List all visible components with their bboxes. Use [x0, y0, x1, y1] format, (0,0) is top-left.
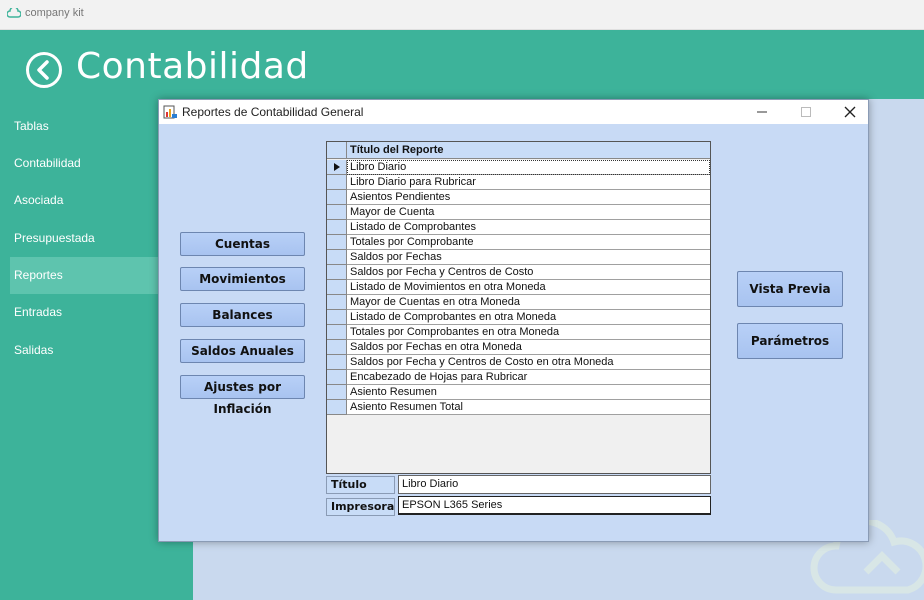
table-cell[interactable]: Saldos por Fechas: [347, 250, 710, 265]
table-cell[interactable]: Asientos Pendientes: [347, 190, 710, 205]
table-cell[interactable]: Encabezado de Hojas para Rubricar: [347, 370, 710, 385]
row-selector[interactable]: [327, 310, 347, 325]
table-row[interactable]: Asiento Resumen: [327, 385, 710, 400]
table-cell[interactable]: Libro Diario para Rubricar: [347, 175, 710, 190]
table-cell[interactable]: Listado de Movimientos en otra Moneda: [347, 280, 710, 295]
minimize-button[interactable]: [740, 100, 784, 124]
page-title: Contabilidad: [76, 46, 309, 87]
row-selector[interactable]: [327, 175, 347, 190]
reports-grid[interactable]: Título del Reporte Libro Diario Libro Di…: [326, 141, 711, 474]
row-selector[interactable]: [327, 205, 347, 220]
table-row[interactable]: Asiento Resumen Total: [327, 400, 710, 415]
minimize-icon: [757, 111, 767, 113]
table-row[interactable]: Asientos Pendientes: [327, 190, 710, 205]
row-selector[interactable]: [327, 340, 347, 355]
parametros-button[interactable]: Parámetros: [737, 323, 843, 359]
table-row[interactable]: Saldos por Fecha y Centros de Costo: [327, 265, 710, 280]
table-cell[interactable]: Libro Diario: [347, 160, 710, 175]
table-cell[interactable]: Saldos por Fechas en otra Moneda: [347, 340, 710, 355]
row-selector[interactable]: [327, 280, 347, 295]
grid-header: Título del Reporte: [327, 142, 710, 159]
close-icon: [844, 106, 856, 118]
chevron-left-icon: [37, 60, 49, 80]
row-selector[interactable]: [327, 385, 347, 400]
table-cell[interactable]: Mayor de Cuenta: [347, 205, 710, 220]
table-cell[interactable]: Asiento Resumen Total: [347, 400, 710, 415]
movimientos-button[interactable]: Movimientos: [180, 267, 305, 291]
vista-previa-button[interactable]: Vista Previa: [737, 271, 843, 307]
table-row[interactable]: Saldos por Fechas en otra Moneda: [327, 340, 710, 355]
table-cell[interactable]: Listado de Comprobantes: [347, 220, 710, 235]
titulo-label: Título: [326, 476, 395, 494]
table-cell[interactable]: Totales por Comprobante: [347, 235, 710, 250]
table-row[interactable]: Encabezado de Hojas para Rubricar: [327, 370, 710, 385]
app-title: company kit: [25, 7, 84, 19]
impresora-label: Impresora: [326, 498, 395, 516]
table-cell[interactable]: Asiento Resumen: [347, 385, 710, 400]
row-selector[interactable]: [327, 325, 347, 340]
table-row[interactable]: Listado de Comprobantes: [327, 220, 710, 235]
back-button[interactable]: [26, 52, 62, 88]
table-row[interactable]: Mayor de Cuentas en otra Moneda: [327, 295, 710, 310]
row-selector[interactable]: [327, 220, 347, 235]
impresora-field[interactable]: EPSON L365 Series: [398, 496, 711, 515]
close-button[interactable]: [828, 100, 872, 124]
maximize-button[interactable]: [784, 100, 828, 124]
grid-column-header[interactable]: Título del Reporte: [350, 144, 444, 156]
table-row[interactable]: Totales por Comprobantes en otra Moneda: [327, 325, 710, 340]
app-titlebar: company kit: [0, 0, 924, 30]
table-cell[interactable]: Listado de Comprobantes en otra Moneda: [347, 310, 710, 325]
maximize-icon: [801, 107, 811, 117]
balances-button[interactable]: Balances: [180, 303, 305, 327]
ajustes-inflacion-button[interactable]: Ajustes por Inflación: [180, 375, 305, 416]
app-frame-edge: [0, 30, 10, 600]
table-cell[interactable]: Totales por Comprobantes en otra Moneda: [347, 325, 710, 340]
cloud-icon: [7, 8, 21, 18]
row-selector[interactable]: [327, 190, 347, 205]
dialog-titlebar: Reportes de Contabilidad General: [159, 100, 868, 124]
table-cell[interactable]: Saldos por Fecha y Centros de Costo en o…: [347, 355, 710, 370]
row-selector[interactable]: [327, 400, 347, 415]
table-row[interactable]: Listado de Comprobantes en otra Moneda: [327, 310, 710, 325]
current-row-arrow-icon: [334, 163, 340, 171]
row-selector[interactable]: [327, 265, 347, 280]
cuentas-button[interactable]: Cuentas: [180, 232, 305, 256]
table-row[interactable]: Listado de Movimientos en otra Moneda: [327, 280, 710, 295]
row-selector[interactable]: [327, 160, 347, 175]
row-selector[interactable]: [327, 250, 347, 265]
table-row[interactable]: Saldos por Fechas: [327, 250, 710, 265]
table-row[interactable]: Libro Diario para Rubricar: [327, 175, 710, 190]
row-selector[interactable]: [327, 370, 347, 385]
report-icon: [163, 105, 177, 119]
grid-header-selector: [327, 142, 347, 159]
saldos-anuales-button[interactable]: Saldos Anuales: [180, 339, 305, 363]
table-cell[interactable]: Mayor de Cuentas en otra Moneda: [347, 295, 710, 310]
table-cell[interactable]: Saldos por Fecha y Centros de Costo: [347, 265, 710, 280]
row-selector[interactable]: [327, 355, 347, 370]
table-row[interactable]: Saldos por Fecha y Centros de Costo en o…: [327, 355, 710, 370]
table-row[interactable]: Mayor de Cuenta: [327, 205, 710, 220]
reports-dialog: Reportes de Contabilidad General Cuentas…: [158, 99, 869, 542]
table-row[interactable]: Libro Diario: [327, 160, 710, 175]
row-selector[interactable]: [327, 295, 347, 310]
table-row[interactable]: Totales por Comprobante: [327, 235, 710, 250]
row-selector[interactable]: [327, 235, 347, 250]
titulo-field[interactable]: Libro Diario: [398, 475, 711, 494]
dialog-title: Reportes de Contabilidad General: [182, 105, 364, 119]
